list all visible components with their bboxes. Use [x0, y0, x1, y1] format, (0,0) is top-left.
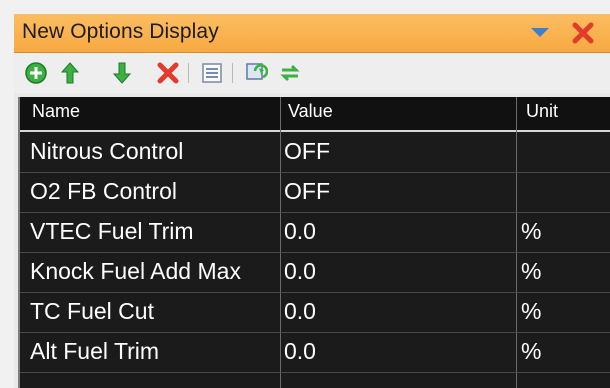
table-row[interactable]: O2 FB Control OFF [20, 172, 610, 213]
window-title: New Options Display [22, 20, 219, 43]
row-unit: % [521, 338, 542, 364]
table-row[interactable]: Knock Fuel Add Max 0.0 % [20, 252, 610, 293]
window-titlebar[interactable]: New Options Display [14, 14, 610, 53]
options-display-panel: New Options Display Name Value Unit Nitr… [14, 14, 610, 388]
add-icon[interactable] [24, 61, 48, 85]
row-unit: % [521, 258, 542, 284]
move-down-icon[interactable] [110, 61, 134, 85]
row-value[interactable]: 0.0 [284, 218, 316, 245]
row-name: Knock Fuel Add Max [30, 258, 241, 284]
options-grid: Name Value Unit Nitrous Control OFF O2 F… [18, 97, 610, 388]
delete-icon[interactable] [156, 61, 180, 85]
list-icon[interactable] [200, 61, 224, 85]
table-row[interactable]: Alt Fuel Trim 0.0 % [20, 332, 610, 373]
toolbar-separator [188, 63, 189, 83]
row-unit: % [521, 218, 542, 244]
toolbar [14, 53, 610, 93]
row-value[interactable]: OFF [284, 138, 330, 165]
row-name: TC Fuel Cut [30, 298, 154, 324]
move-up-icon[interactable] [58, 61, 82, 85]
column-header-unit[interactable]: Unit [526, 101, 558, 122]
row-unit: % [521, 298, 542, 324]
row-value[interactable]: OFF [284, 178, 330, 205]
column-header-name[interactable]: Name [32, 101, 80, 122]
column-header-value[interactable]: Value [288, 101, 333, 122]
table-row[interactable]: VTEC Fuel Trim 0.0 % [20, 212, 610, 253]
refresh-icon[interactable] [244, 61, 268, 85]
grid-header-row: Name Value Unit [20, 97, 610, 132]
row-name: O2 FB Control [30, 178, 177, 204]
table-row[interactable]: TC Fuel Cut 0.0 % [20, 292, 610, 333]
row-value[interactable]: 0.0 [284, 298, 316, 325]
row-value[interactable]: 0.0 [284, 258, 316, 285]
sync-icon[interactable] [278, 61, 302, 85]
chevron-down-icon[interactable] [528, 23, 552, 43]
row-value[interactable]: 0.0 [284, 338, 316, 365]
row-name: Alt Fuel Trim [30, 338, 160, 364]
toolbar-separator [232, 63, 233, 83]
close-icon[interactable] [570, 21, 596, 45]
row-name: VTEC Fuel Trim [30, 218, 194, 244]
row-name: Nitrous Control [30, 138, 184, 164]
table-row[interactable]: Nitrous Control OFF [20, 132, 610, 173]
